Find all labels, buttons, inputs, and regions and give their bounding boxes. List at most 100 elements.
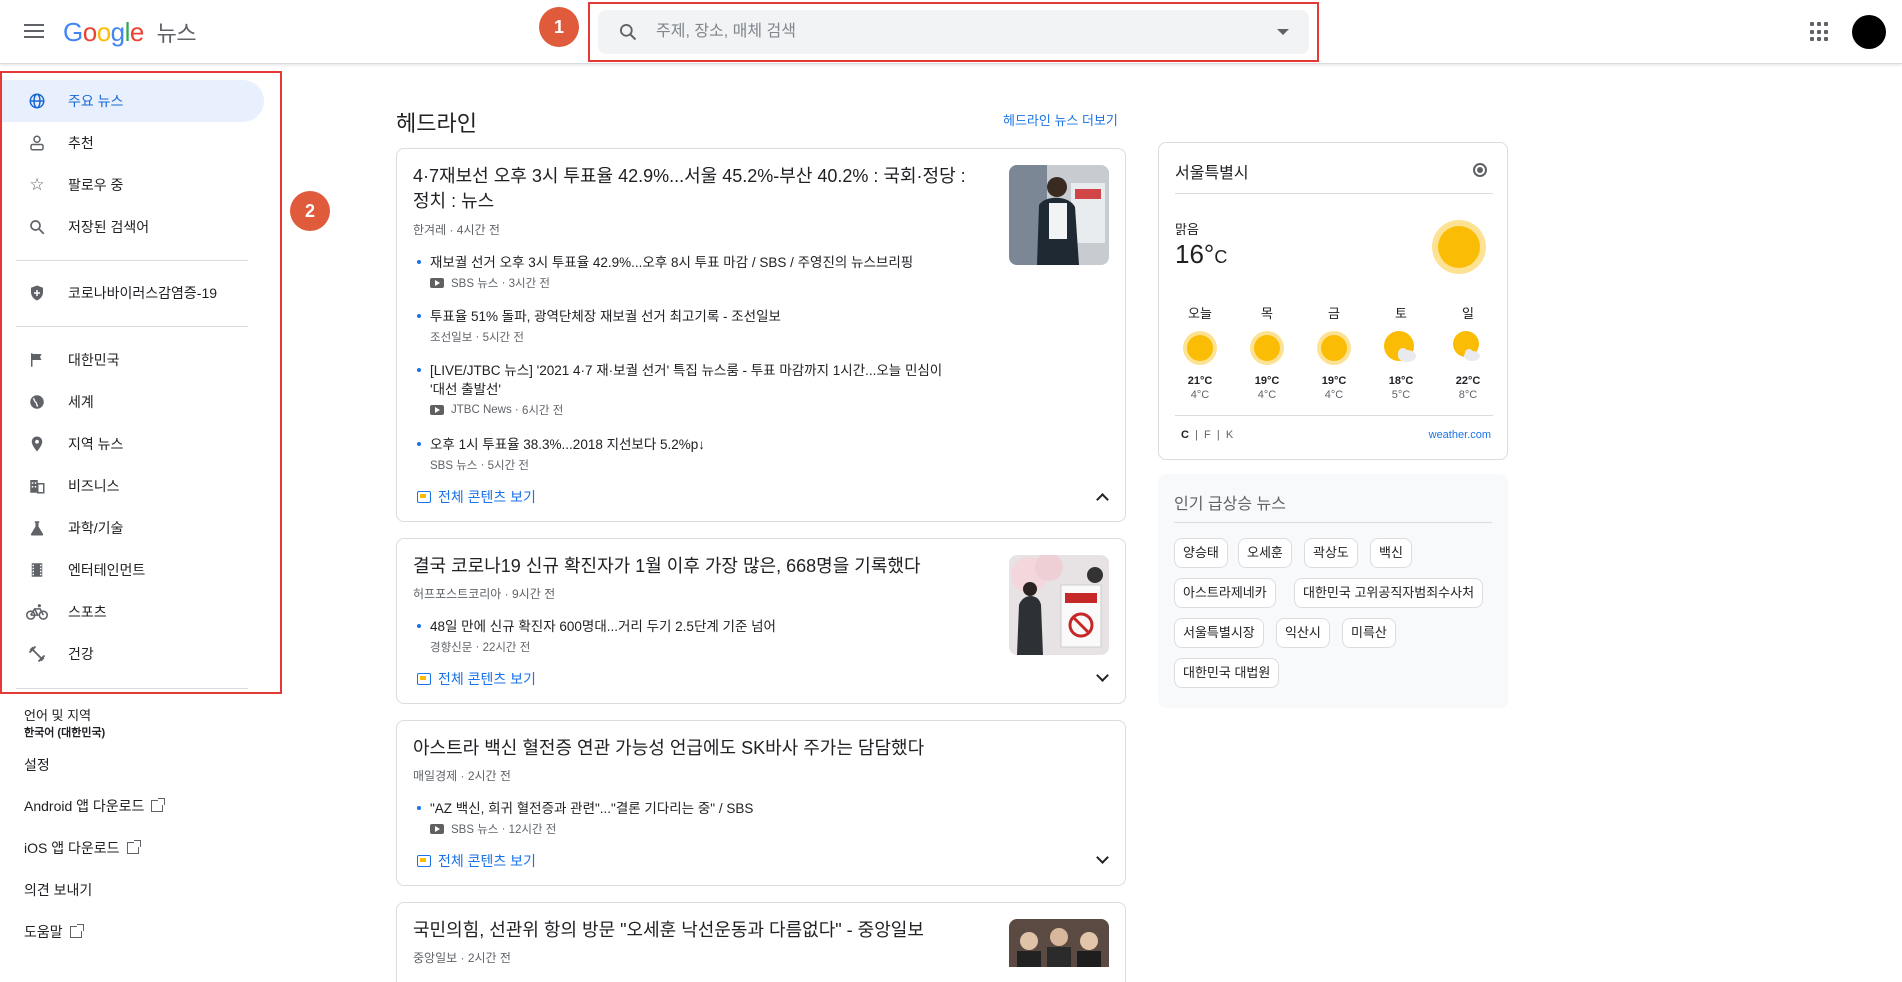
- top-app-bar: Google 뉴스 1: [0, 0, 1902, 64]
- partly-cloudy-icon: [1384, 331, 1416, 362]
- story-title[interactable]: 아스트라 백신 혈전증 연관 가능성 언급에도 SK바사 주가는 담담했다: [413, 736, 1093, 761]
- story-source[interactable]: 매일경제: [413, 769, 457, 783]
- send-feedback-label: 의견 보내기: [24, 882, 93, 898]
- related-story-title[interactable]: "AZ 백신, 희귀 혈전증과 관련"..."결론 기다리는 중" / SBS: [430, 799, 973, 818]
- menu-icon[interactable]: [22, 20, 46, 44]
- sidebar-item-business[interactable]: 비즈니스: [2, 465, 264, 507]
- story-thumbnail[interactable]: [1009, 555, 1109, 655]
- related-story-source[interactable]: 경향신문: [430, 639, 472, 655]
- related-story: 오후 1시 투표율 38.3%...2018 지선보다 5.2%p↓ SBS 뉴…: [413, 435, 973, 473]
- sidebar-item-health[interactable]: 건강: [2, 633, 264, 675]
- search-options-chevron-down-icon[interactable]: [1277, 29, 1289, 35]
- ios-app-link[interactable]: iOS 앱 다운로드: [24, 838, 141, 858]
- related-story-title[interactable]: 오후 1시 투표율 38.3%...2018 지선보다 5.2%p↓: [430, 435, 973, 454]
- search-box[interactable]: [598, 10, 1309, 54]
- sidebar-item-local[interactable]: 지역 뉴스: [2, 423, 264, 465]
- expand-chevron-down-icon[interactable]: [1096, 669, 1109, 682]
- sidebar-item-entertainment[interactable]: 엔터테인먼트: [2, 549, 264, 591]
- collapse-chevron-up-icon[interactable]: [1096, 493, 1109, 506]
- building-icon: [26, 475, 48, 497]
- apps-grid-icon[interactable]: [1810, 22, 1830, 42]
- more-headlines-link[interactable]: 헤드라인 뉴스 더보기: [1003, 110, 1118, 129]
- story-source[interactable]: 한겨레: [413, 223, 446, 237]
- flask-icon: [26, 517, 48, 539]
- android-app-link[interactable]: Android 앱 다운로드: [24, 796, 166, 816]
- google-news-logo[interactable]: Google 뉴스: [63, 16, 197, 48]
- related-story-title[interactable]: 48일 만에 신규 확진자 600명대...거리 두기 2.5단계 기준 넘어: [430, 617, 973, 636]
- weather-temp-unit: C: [1214, 247, 1228, 267]
- trending-chip[interactable]: 익산시: [1276, 618, 1330, 648]
- trending-chip[interactable]: 오세훈: [1238, 538, 1292, 568]
- related-story-source[interactable]: SBS 뉴스: [451, 275, 498, 291]
- bullet-dot: [417, 624, 421, 628]
- sun-icon: [1250, 331, 1284, 365]
- sidebar-item-top-stories[interactable]: 주요 뉴스: [2, 80, 264, 122]
- sidebar-item-label: 저장된 검색어: [68, 219, 150, 235]
- location-icon: [26, 433, 48, 455]
- related-story-title[interactable]: 재보궐 선거 오후 3시 투표율 42.9%...오후 8시 투표 마감 / S…: [430, 253, 973, 272]
- forecast-day-label: 토: [1395, 306, 1407, 321]
- related-story-source[interactable]: JTBC News: [451, 404, 512, 416]
- shield-icon: [26, 282, 48, 304]
- bullet-dot: [417, 260, 421, 264]
- send-feedback-link[interactable]: 의견 보내기: [24, 880, 92, 900]
- story-source[interactable]: 허프포스트코리아: [413, 587, 501, 601]
- my-location-icon[interactable]: [1473, 163, 1487, 177]
- trending-chip[interactable]: 서울특별시장: [1174, 618, 1264, 648]
- related-story-source[interactable]: SBS 뉴스: [430, 457, 477, 473]
- related-story-time: 5시간 전: [487, 460, 529, 472]
- help-link[interactable]: 도움말: [24, 922, 84, 942]
- related-story-title[interactable]: [LIVE/JTBC 뉴스] '2021 4·7 재·보궐 선거' 특집 뉴스룸…: [430, 361, 953, 399]
- language-region-link[interactable]: 언어 및 지역: [24, 705, 91, 724]
- sidebar-item-covid19[interactable]: 코로나바이러스감염증-19: [2, 272, 264, 314]
- search-input[interactable]: [656, 10, 1236, 54]
- full-coverage-link[interactable]: 전체 콘텐츠 보기: [417, 487, 536, 507]
- full-coverage-link[interactable]: 전체 콘텐츠 보기: [417, 669, 536, 689]
- unit-celsius[interactable]: C: [1181, 429, 1189, 441]
- related-story-source[interactable]: SBS 뉴스: [451, 821, 498, 837]
- unit-fahrenheit[interactable]: F: [1204, 429, 1211, 441]
- sidebar-item-saved-searches[interactable]: 저장된 검색어: [2, 206, 264, 248]
- trending-chip[interactable]: 백신: [1370, 538, 1412, 568]
- weather-source-link[interactable]: weather.com: [1429, 429, 1491, 441]
- story-title[interactable]: 결국 코로나19 신규 확진자가 1월 이후 가장 많은, 668명을 기록했다: [413, 554, 983, 579]
- trending-chip[interactable]: 대한민국 고위공직자범죄수사처: [1294, 578, 1484, 608]
- sidebar-item-science-tech[interactable]: 과학/기술: [2, 507, 264, 549]
- story-card: 결국 코로나19 신규 확진자가 1월 이후 가장 많은, 668명을 기록했다…: [396, 538, 1126, 704]
- trending-chip[interactable]: 대한민국 대법원: [1174, 658, 1280, 688]
- related-story: "AZ 백신, 희귀 혈전증과 관련"..."결론 기다리는 중" / SBS …: [413, 799, 973, 837]
- forecast-day: 목 19°C 4°C: [1242, 303, 1292, 401]
- world-icon: [26, 391, 48, 413]
- forecast-day: 금 19°C 4°C: [1309, 303, 1359, 401]
- trending-chip[interactable]: 양승태: [1174, 538, 1228, 568]
- sidebar-item-sports[interactable]: 스포츠: [2, 591, 264, 633]
- full-coverage-label: 전체 콘텐츠 보기: [438, 671, 536, 687]
- search-icon[interactable]: [618, 22, 638, 42]
- sidebar-item-for-you[interactable]: 추천: [2, 122, 264, 164]
- story-title[interactable]: 4·7재보선 오후 3시 투표율 42.9%...서울 45.2%-부산 40.…: [413, 164, 983, 214]
- open-in-new-icon: [126, 840, 141, 854]
- story-thumbnail[interactable]: [1009, 919, 1109, 967]
- weather-divider: [1175, 193, 1493, 194]
- full-coverage-link[interactable]: 전체 콘텐츠 보기: [417, 851, 536, 871]
- sidebar-item-label: 스포츠: [68, 604, 107, 620]
- sidebar-item-korea[interactable]: 대한민국: [2, 339, 264, 381]
- trending-chip[interactable]: 아스트라제네카: [1174, 578, 1276, 608]
- story-title[interactable]: 국민의힘, 선관위 항의 방문 "오세훈 낙선운동과 다름없다" - 중앙일보: [413, 918, 983, 943]
- related-story-title[interactable]: 투표율 51% 돌파, 광역단체장 재보궐 선거 최고기록 - 조선일보: [430, 307, 973, 326]
- trending-chip[interactable]: 미륵산: [1342, 618, 1396, 648]
- weather-city[interactable]: 서울특별시: [1175, 159, 1249, 183]
- account-avatar[interactable]: [1852, 15, 1886, 49]
- related-story-source[interactable]: 조선일보: [430, 329, 472, 345]
- sun-icon: [1317, 331, 1351, 365]
- sidebar-item-world[interactable]: 세계: [2, 381, 264, 423]
- story-source[interactable]: 중앙일보: [413, 951, 457, 965]
- unit-kelvin[interactable]: K: [1226, 429, 1233, 441]
- settings-link[interactable]: 설정: [24, 755, 50, 775]
- trending-chip[interactable]: 곽상도: [1304, 538, 1358, 568]
- story-thumbnail[interactable]: [1009, 165, 1109, 265]
- expand-chevron-down-icon[interactable]: [1096, 851, 1109, 864]
- weather-divider: [1175, 415, 1493, 416]
- sidebar-item-following[interactable]: ☆ 팔로우 중: [2, 164, 264, 206]
- related-story-time: 12시간 전: [508, 824, 557, 836]
